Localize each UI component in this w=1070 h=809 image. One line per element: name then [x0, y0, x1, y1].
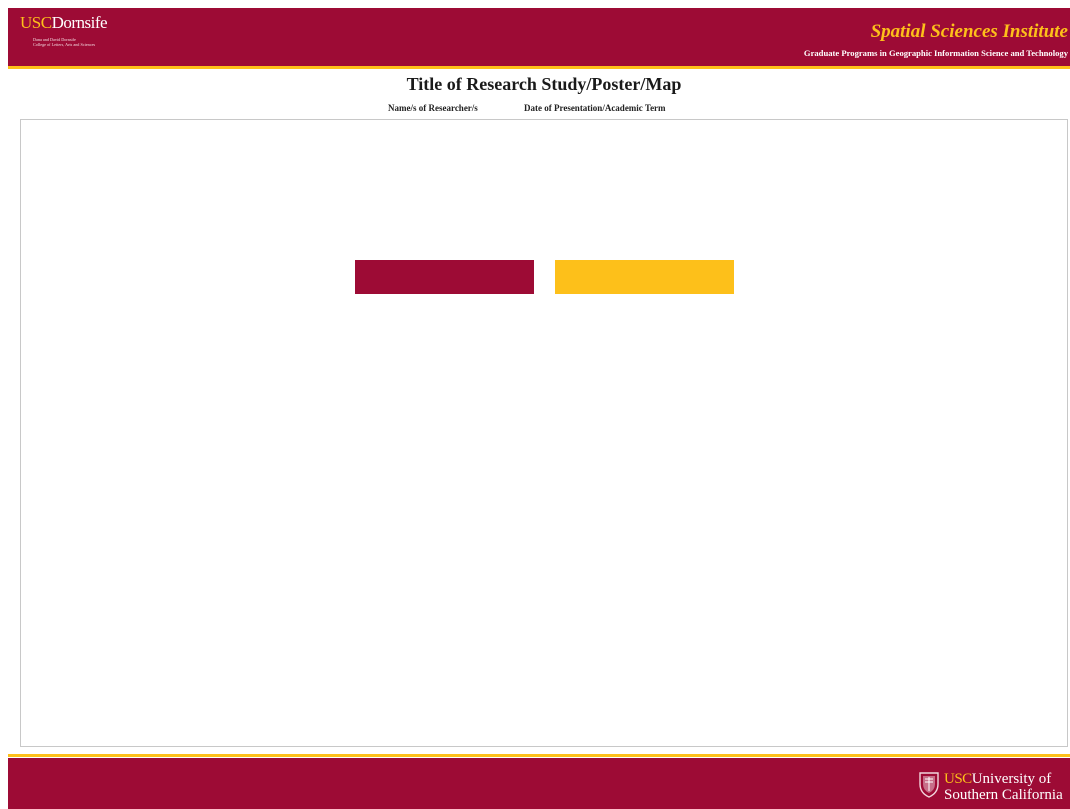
usc-logo-line-2: Southern California: [944, 787, 1063, 803]
institute-subtitle: Graduate Programs in Geographic Informat…: [803, 48, 1068, 58]
header-gold-rule: [8, 66, 1070, 69]
footer-gold-rule: [8, 754, 1070, 757]
usc-seal-icon: [919, 772, 939, 798]
gold-color-swatch[interactable]: [555, 260, 734, 294]
presentation-date-term[interactable]: Date of Presentation/Academic Term: [524, 103, 666, 113]
dornsife-logo: USCDornsife: [20, 13, 108, 33]
dornsife-logo-subline-2: College of Letters, Arts and Sciences: [33, 42, 96, 47]
cardinal-color-swatch[interactable]: [355, 260, 534, 294]
usc-logo-line-1: University of: [971, 771, 1052, 787]
header-banner: USCDornsife Dana and David Dornsife Coll…: [8, 8, 1070, 66]
dornsife-logo-name: Dornsife: [51, 13, 108, 32]
footer-banner: [8, 758, 1070, 809]
researcher-names[interactable]: Name/s of Researcher/s: [388, 103, 478, 113]
institute-title: Spatial Sciences Institute: [870, 21, 1068, 42]
dornsife-logo-usc: USC: [20, 13, 52, 32]
usc-logo-usc: USC: [944, 771, 972, 787]
dornsife-logo-subtitle: Dana and David Dornsife College of Lette…: [33, 37, 95, 47]
poster-content-area[interactable]: [20, 119, 1068, 747]
usc-university-logo: USCUniversity of Southern California: [944, 771, 1063, 803]
poster-title[interactable]: Title of Research Study/Poster/Map: [0, 74, 1070, 95]
